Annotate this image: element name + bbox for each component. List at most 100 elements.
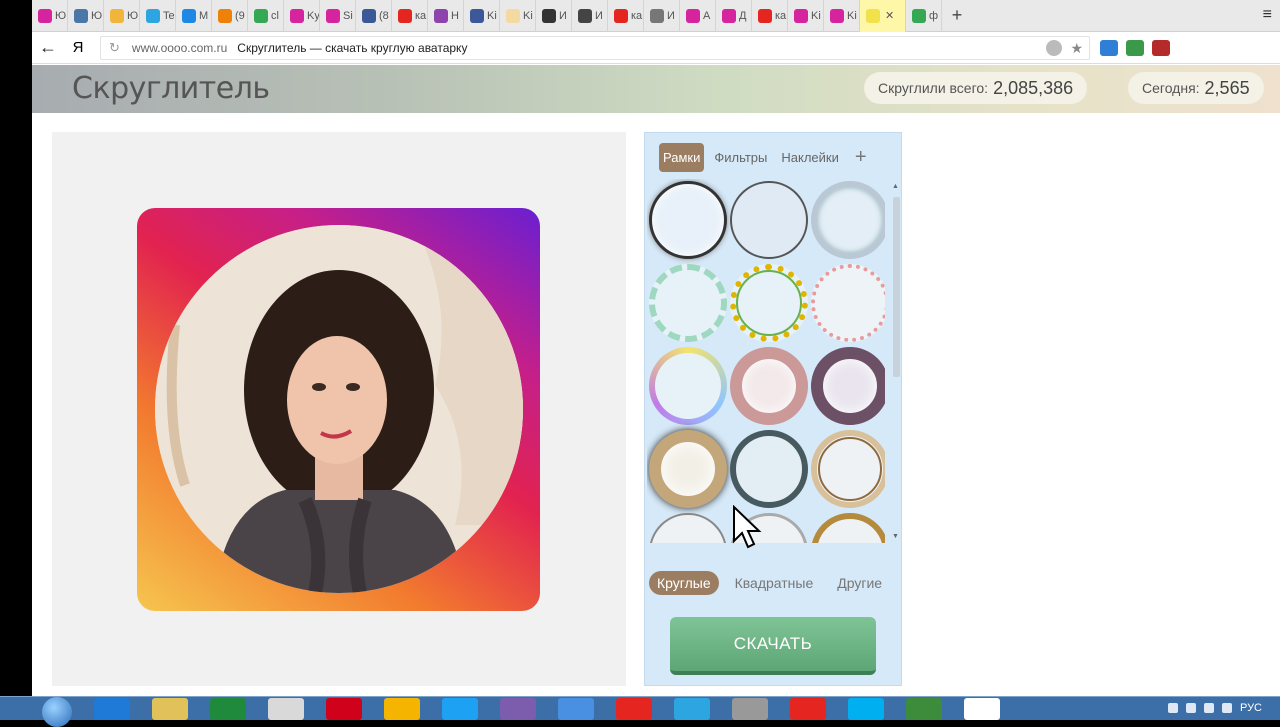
browser-tab[interactable]: (9 [212, 0, 248, 32]
browser-tab[interactable]: Ky [284, 0, 320, 32]
taskbar-app-icon[interactable] [558, 697, 594, 720]
site-logo[interactable]: Скруглитель [72, 71, 270, 106]
tab-label: А [703, 9, 711, 22]
new-tab-button[interactable]: + [942, 5, 972, 26]
browser-tab[interactable]: Ki [464, 0, 500, 32]
shape-round[interactable]: Круглые [649, 571, 719, 595]
address-field[interactable]: ↻ www.oooo.com.ru Скруглитель — скачать … [100, 35, 1090, 60]
frames-scrollbar[interactable]: ▲ ▼ [891, 183, 901, 543]
taskbar-app-icon[interactable] [732, 697, 768, 720]
volume-icon[interactable] [1221, 703, 1232, 713]
frame-option[interactable] [811, 264, 885, 342]
scroll-up-icon[interactable]: ▲ [892, 183, 899, 190]
frame-option[interactable] [811, 513, 885, 543]
total-label: Скруглили всего: [878, 80, 989, 96]
browser-tab[interactable]: Д [716, 0, 752, 32]
taskbar-app-icon[interactable] [210, 697, 246, 720]
taskbar-app-icon[interactable] [964, 697, 1000, 720]
browser-tab[interactable]: ка [752, 0, 788, 32]
tab-label: (9 [235, 9, 245, 22]
tab-label: M [199, 9, 209, 22]
language-indicator[interactable]: РУС [1240, 702, 1262, 714]
cloud-extension-icon[interactable] [1100, 39, 1118, 56]
frame-option[interactable] [811, 347, 885, 425]
browser-tab[interactable]: Ki [824, 0, 860, 32]
browser-tab[interactable]: Ki [500, 0, 536, 32]
taskbar-app-icon[interactable] [790, 697, 826, 720]
browser-tab[interactable]: Ю [32, 0, 68, 32]
taskbar-app-icon[interactable] [500, 697, 536, 720]
tab-filters[interactable]: Фильтры [710, 143, 771, 172]
address-bar-row: ← Я ↻ www.oooo.com.ru Скруглитель — скач… [32, 32, 1280, 64]
frame-option[interactable] [730, 264, 808, 342]
taskbar-app-icon[interactable] [94, 697, 130, 720]
add-icon[interactable]: + [855, 146, 867, 169]
avatar-preview[interactable] [137, 208, 540, 611]
shape-square[interactable]: Квадратные [727, 571, 822, 595]
frame-option[interactable] [811, 181, 885, 259]
browser-tab[interactable]: cl [248, 0, 284, 32]
taskbar-app-icon[interactable] [848, 697, 884, 720]
red-extension-icon[interactable] [1152, 39, 1170, 56]
close-tab-icon[interactable]: ✕ [885, 9, 894, 22]
tab-label: Ю [55, 9, 67, 22]
scroll-thumb[interactable] [893, 197, 900, 377]
taskbar-app-icon[interactable] [326, 697, 362, 720]
browser-tab[interactable]: А [680, 0, 716, 32]
tab-favicon-icon [182, 8, 196, 23]
browser-tab[interactable]: Н [428, 0, 464, 32]
browser-tab[interactable]: ф [906, 0, 942, 32]
url-domain: www.oooo.com.ru [131, 40, 228, 55]
reload-icon[interactable]: ↻ [109, 40, 120, 56]
frame-option[interactable] [649, 264, 727, 342]
browser-tab[interactable]: Te [140, 0, 176, 32]
browser-tab[interactable]: ка [392, 0, 428, 32]
taskbar-app-icon[interactable] [268, 697, 304, 720]
tray-icon[interactable] [1185, 703, 1196, 713]
frame-option[interactable] [649, 181, 727, 259]
frame-option[interactable] [649, 347, 727, 425]
download-button[interactable]: СКАЧАТЬ [670, 617, 876, 675]
protect-icon[interactable] [1046, 39, 1063, 56]
today-counter: Сегодня: 2,565 [1128, 72, 1264, 104]
frame-option[interactable] [811, 430, 885, 508]
browser-tab[interactable]: И [536, 0, 572, 32]
browser-tab[interactable]: M [176, 0, 212, 32]
tab-frames[interactable]: Рамки [659, 143, 705, 172]
frame-option[interactable] [649, 430, 727, 508]
browser-tab[interactable]: ка [608, 0, 644, 32]
taskbar-app-icon[interactable] [906, 697, 942, 720]
frame-option[interactable] [649, 513, 727, 543]
active-tab[interactable]: ✕ [860, 0, 906, 32]
tray-icon[interactable] [1167, 703, 1178, 713]
scroll-down-icon[interactable]: ▼ [892, 533, 899, 540]
browser-menu-icon[interactable]: ≡ [1263, 6, 1272, 24]
browser-tab[interactable]: Si [320, 0, 356, 32]
start-button[interactable] [42, 696, 72, 727]
taskbar-app-icon[interactable] [442, 697, 478, 720]
bookmark-star-icon[interactable]: ★ [1070, 40, 1083, 56]
browser-tab[interactable]: (8 [356, 0, 392, 32]
taskbar-app-icon[interactable] [384, 697, 420, 720]
yandex-logo[interactable]: Я [64, 39, 92, 56]
browser-tab[interactable]: Ю [68, 0, 104, 32]
browser-tab[interactable]: Ю [104, 0, 140, 32]
taskbar-app-icon[interactable] [674, 697, 710, 720]
taskbar-app-icon[interactable] [152, 697, 188, 720]
network-icon[interactable] [1203, 703, 1214, 713]
tab-strip: Ю Ю Ю Te M (9 cl Ky Si (8 ка Н Ki Ki И Ика И А Дка Ki Ki ✕ ф + ≡ [32, 0, 1280, 32]
browser-tab[interactable]: И [644, 0, 680, 32]
browser-tab[interactable]: Ki [788, 0, 824, 32]
tab-label: cl [271, 9, 279, 22]
green-extension-icon[interactable] [1126, 39, 1144, 56]
browser-tab[interactable]: И [572, 0, 608, 32]
shape-other[interactable]: Другие [829, 571, 890, 595]
tab-stickers[interactable]: Наклейки [777, 143, 842, 172]
taskbar-app-icon[interactable] [616, 697, 652, 720]
back-button[interactable]: ← [32, 37, 64, 58]
tab-label: Ki [523, 9, 533, 22]
frame-option[interactable] [730, 430, 808, 508]
tab-favicon-icon [38, 8, 52, 23]
frame-option[interactable] [730, 181, 808, 259]
frame-option[interactable] [730, 347, 808, 425]
